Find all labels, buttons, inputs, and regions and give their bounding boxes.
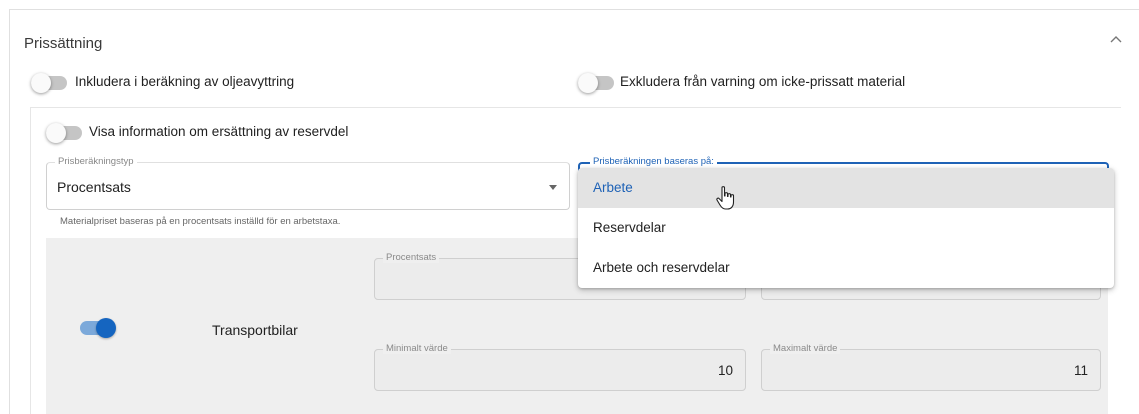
oil-disposal-label: Inkludera i beräkning av oljeavyttring: [75, 74, 295, 89]
pricing-basis-legend: Prisberäkningen baseras på:: [590, 156, 717, 167]
percent-legend: Procentsats: [383, 252, 440, 263]
vehicle-type-label: Transportbilar: [212, 322, 298, 338]
dropdown-arrow-icon: [549, 185, 557, 190]
max-value: 11: [1073, 363, 1088, 378]
max-value-legend: Maximalt värde: [770, 343, 841, 354]
max-value-field: Maximalt värde 11: [761, 343, 1101, 391]
pricing-type-value: Procentsats: [57, 179, 131, 195]
chevron-up-icon[interactable]: [1110, 30, 1122, 46]
pricing-basis-menu: Arbete Reservdelar Arbete och reservdela…: [578, 168, 1114, 288]
menu-item-arbete[interactable]: Arbete: [578, 168, 1114, 208]
oil-disposal-toggle[interactable]: [31, 73, 67, 93]
min-value: 10: [717, 363, 733, 378]
pricing-type-legend: Prisberäkningstyp: [55, 156, 137, 167]
section-title: Prissättning: [24, 35, 103, 52]
spare-part-info-label: Visa information om ersättning av reserv…: [89, 124, 349, 139]
unpriced-warning-toggle[interactable]: [578, 73, 614, 93]
menu-item-arbete-och-reservdelar[interactable]: Arbete och reservdelar: [578, 248, 1114, 288]
pricing-type-helper: Materialpriset baseras på en procentsats…: [60, 216, 341, 227]
spare-part-info-toggle[interactable]: [46, 123, 82, 143]
menu-item-reservdelar[interactable]: Reservdelar: [578, 208, 1114, 248]
min-value-legend: Minimalt värde: [383, 343, 451, 354]
unpriced-warning-label: Exkludera från varning om icke-prissatt …: [620, 74, 906, 89]
transport-vehicles-toggle[interactable]: [80, 318, 116, 338]
min-value-field: Minimalt värde 10: [374, 343, 746, 391]
hand-pointer-icon: [715, 185, 737, 211]
pricing-type-select[interactable]: Prisberäkningstyp Procentsats: [46, 156, 570, 210]
